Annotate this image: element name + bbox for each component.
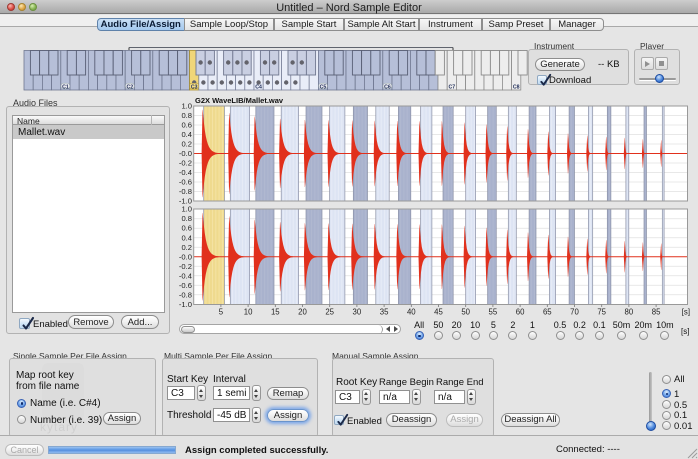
svg-text:-0.0: -0.0 — [179, 149, 192, 158]
svg-text:80: 80 — [625, 308, 634, 317]
svg-text:0.4: 0.4 — [181, 233, 192, 242]
svg-text:1.0: 1.0 — [181, 205, 192, 214]
svg-text:1.0: 1.0 — [181, 102, 192, 111]
svg-text:-0.2: -0.2 — [179, 159, 192, 168]
svg-text:70: 70 — [570, 308, 579, 317]
svg-text:0.2: 0.2 — [181, 140, 192, 149]
svg-text:0.6: 0.6 — [181, 224, 192, 233]
svg-text:-0.0: -0.0 — [179, 252, 192, 261]
svg-text:0.2: 0.2 — [181, 243, 192, 252]
svg-text:35: 35 — [380, 308, 389, 317]
svg-text:-1.0: -1.0 — [179, 300, 192, 309]
svg-text:-0.2: -0.2 — [179, 262, 192, 271]
svg-text:[s]: [s] — [682, 308, 690, 317]
svg-text:15: 15 — [271, 308, 280, 317]
svg-text:0.8: 0.8 — [181, 214, 192, 223]
svg-text:40: 40 — [407, 308, 416, 317]
svg-text:0.6: 0.6 — [181, 121, 192, 130]
svg-text:55: 55 — [489, 308, 498, 317]
svg-text:-0.4: -0.4 — [179, 168, 192, 177]
svg-text:85: 85 — [652, 308, 661, 317]
svg-text:60: 60 — [516, 308, 525, 317]
svg-text:-0.4: -0.4 — [179, 271, 192, 280]
svg-text:0.8: 0.8 — [181, 111, 192, 120]
svg-text:65: 65 — [543, 308, 552, 317]
svg-text:25: 25 — [325, 308, 334, 317]
svg-text:45: 45 — [434, 308, 443, 317]
svg-text:-0.8: -0.8 — [179, 187, 192, 196]
svg-text:75: 75 — [597, 308, 606, 317]
svg-text:-0.6: -0.6 — [179, 178, 192, 187]
svg-text:5: 5 — [219, 308, 224, 317]
svg-text:50: 50 — [461, 308, 470, 317]
svg-text:0.4: 0.4 — [181, 130, 192, 139]
svg-text:-0.6: -0.6 — [179, 281, 192, 290]
svg-text:-0.8: -0.8 — [179, 291, 192, 300]
svg-text:G2X WaveLIB/Mallet.wav: G2X WaveLIB/Mallet.wav — [195, 96, 284, 105]
svg-text:30: 30 — [353, 308, 362, 317]
svg-text:10: 10 — [244, 308, 253, 317]
svg-text:20: 20 — [298, 308, 307, 317]
